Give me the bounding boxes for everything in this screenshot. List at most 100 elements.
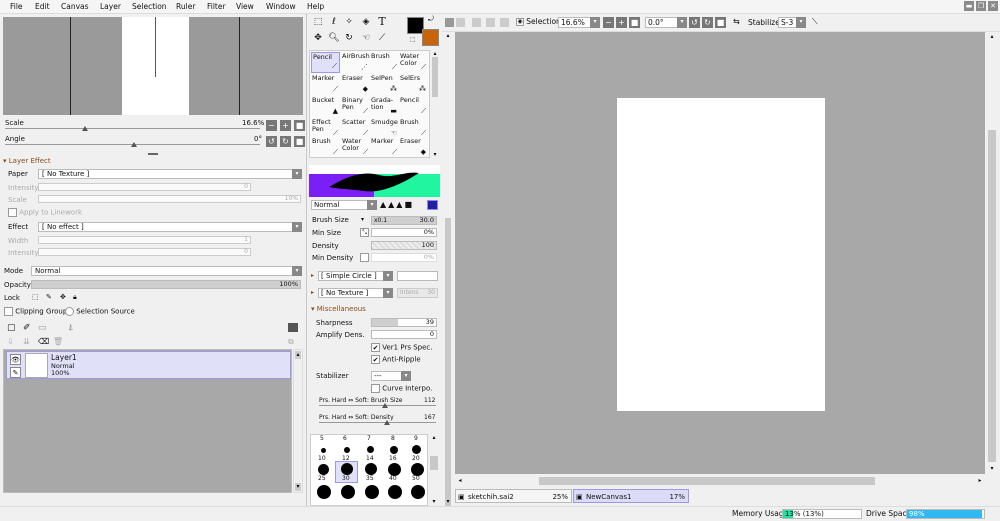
rotate-right-button[interactable]: ↻ xyxy=(702,17,713,28)
size-dot[interactable] xyxy=(341,463,353,475)
brush-binary-pen[interactable]: Binary Pen ⟋ xyxy=(341,96,370,117)
rotate-right-button[interactable]: ↻ xyxy=(280,136,291,147)
min-density-pressure-checkbox[interactable] xyxy=(360,253,369,262)
chevron-down-icon[interactable]: ▾ xyxy=(292,266,302,276)
brush-brush-3[interactable]: Brush ⟋ xyxy=(311,137,340,158)
size-label[interactable]: 20 xyxy=(412,455,420,462)
menu-layer[interactable]: Layer xyxy=(100,2,121,11)
rect-select-icon[interactable]: ⬚ xyxy=(312,16,324,28)
angle-slider-thumb[interactable] xyxy=(131,142,137,147)
brush-selers[interactable]: SelErs ⁂ xyxy=(399,74,428,95)
rotate-reset-button[interactable]: ■ xyxy=(715,17,726,28)
size-dot[interactable] xyxy=(390,446,398,454)
brush-marker[interactable]: Marker ⟋ xyxy=(311,74,340,95)
chevron-down-icon[interactable]: ▾ xyxy=(383,288,393,298)
menu-view[interactable]: View xyxy=(236,2,254,11)
size-label[interactable]: 7 xyxy=(367,435,371,442)
layer-option-icon[interactable]: ⧉ xyxy=(288,337,294,347)
min-size-pressure-icon[interactable]: ⤡ xyxy=(360,228,369,237)
straight-line-icon[interactable]: ⟍ xyxy=(812,17,818,27)
size-dot[interactable] xyxy=(321,448,326,453)
text-tool-icon[interactable]: T xyxy=(376,16,388,28)
restore-icon[interactable]: ❐ xyxy=(976,1,986,11)
chevron-down-icon[interactable]: ▾ xyxy=(796,17,806,28)
toolbar-icon[interactable] xyxy=(445,18,454,27)
brush-marker-2[interactable]: Marker ⟋ xyxy=(370,137,399,158)
zoom-in-button[interactable]: + xyxy=(616,17,627,28)
new-layer-icon[interactable]: ▢ xyxy=(7,323,16,333)
zoom-in-button[interactable]: + xyxy=(280,120,291,131)
canvas-vertical-scrollbar[interactable]: ▴ ▾ xyxy=(986,32,998,474)
pencil-icon[interactable]: ✎ xyxy=(10,367,21,378)
sharpness-slider[interactable]: 39 xyxy=(371,318,437,327)
eye-icon[interactable]: 👁︎ xyxy=(10,354,21,365)
size-dot[interactable] xyxy=(344,447,350,453)
brush-eraser[interactable]: Eraser ◆ xyxy=(341,74,370,95)
brush-pencil-2[interactable]: Pencil ⟋ xyxy=(399,96,428,117)
brush-selpen[interactable]: SelPen ⁂ xyxy=(370,74,399,95)
size-label[interactable]: 16 xyxy=(389,455,397,462)
zoom-reset-button[interactable]: ■ xyxy=(629,17,640,28)
size-label[interactable]: 25 xyxy=(318,475,326,482)
chevron-down-icon[interactable]: ▾ xyxy=(590,17,600,28)
anti-ripple-checkbox[interactable]: ✔ Anti-Ripple xyxy=(371,355,421,364)
menu-file[interactable]: File xyxy=(10,2,23,11)
delete-layer-icon[interactable]: 🗑︎ xyxy=(53,337,63,346)
close-icon[interactable]: ✕ xyxy=(988,1,998,11)
opacity-slider[interactable]: 100% xyxy=(31,280,301,289)
scale-slider[interactable] xyxy=(5,128,260,129)
clipping-group-checkbox[interactable]: Clipping Group xyxy=(4,307,67,316)
shape-strength-field[interactable] xyxy=(397,271,438,281)
eyedropper-icon[interactable]: ⟋ xyxy=(376,32,388,44)
brush-airbrush[interactable]: AirBrush ⋰ xyxy=(341,52,370,73)
rotate-left-button[interactable]: ↺ xyxy=(266,136,277,147)
lock-move-icon[interactable]: ✥ xyxy=(60,293,66,301)
ver1-prs-checkbox[interactable]: ✔ Ver1 Prs Spec. xyxy=(371,343,432,352)
brush-shape-dropdown[interactable]: [ Simple Circle ] xyxy=(318,271,393,281)
transparent-color-icon[interactable]: ⬚ xyxy=(410,36,416,43)
toolbar-icon[interactable] xyxy=(500,18,509,27)
zoom-icon[interactable]: 🔍︎ xyxy=(328,32,340,44)
menu-selection[interactable]: Selection xyxy=(132,2,167,11)
size-dot[interactable] xyxy=(388,485,402,499)
size-dot[interactable] xyxy=(318,464,329,475)
layer-row-layer1[interactable]: 👁︎ ✎ Layer1 Normal 100% xyxy=(6,351,291,379)
density-slider[interactable]: 100 xyxy=(371,241,437,250)
toolbar-icon[interactable] xyxy=(472,18,481,27)
zoom-reset-button[interactable]: ■ xyxy=(294,120,305,131)
size-dot[interactable] xyxy=(367,446,374,453)
zoom-out-button[interactable]: − xyxy=(603,17,614,28)
shape-expand-icon[interactable]: ▸ xyxy=(311,272,314,279)
lock-transparency-icon[interactable]: ⬚ xyxy=(32,293,39,301)
brush-watercolor-2[interactable]: Water Color ⟋ xyxy=(341,137,370,158)
panel-splitter[interactable] xyxy=(148,153,158,155)
size-label[interactable]: 14 xyxy=(366,455,374,462)
chevron-down-icon[interactable]: ▾ xyxy=(677,17,687,28)
chevron-down-icon[interactable]: ▾ xyxy=(361,216,364,223)
min-size-slider[interactable]: 0% xyxy=(371,228,437,237)
brush-smudge[interactable]: Smudge ☜ xyxy=(370,118,399,139)
brush-size-slider[interactable]: x0.1 30.0 xyxy=(371,216,437,225)
size-label[interactable]: 50 xyxy=(412,475,420,482)
canvas-horizontal-scrollbar[interactable]: ◂ ▸ xyxy=(455,475,985,487)
flip-icon[interactable]: ⇆ xyxy=(733,17,740,26)
size-label[interactable]: 8 xyxy=(391,435,395,442)
effect-dropdown[interactable]: [ No effect ] xyxy=(38,222,301,232)
menu-filter[interactable]: Filter xyxy=(207,2,226,11)
new-folder-icon[interactable]: ▭ xyxy=(38,323,47,333)
new-linework-layer-icon[interactable]: ✐ xyxy=(23,323,31,333)
brush-brush[interactable]: Brush ⟋ xyxy=(370,52,399,73)
selection-pen-icon[interactable]: ◈ xyxy=(360,16,372,28)
merge-down-icon[interactable]: ⇊ xyxy=(23,337,30,346)
size-label[interactable]: 9 xyxy=(414,435,418,442)
brush-texture-dropdown[interactable]: [ No Texture ] xyxy=(318,288,393,298)
toolbar-icon[interactable] xyxy=(456,18,465,27)
layer-list-scrollbar[interactable]: ▴ ▾ xyxy=(293,349,303,493)
brush-gradation[interactable]: Grada-tion ▬ xyxy=(370,96,399,117)
lock-all-icon[interactable]: 🔒︎ xyxy=(73,293,77,302)
chevron-down-icon[interactable]: ▾ xyxy=(401,371,411,381)
tab-newcanvas1[interactable]: ▣ NewCanvas1 17% xyxy=(573,489,689,503)
chevron-down-icon[interactable]: ▾ xyxy=(292,169,302,179)
menu-help[interactable]: Help xyxy=(307,2,324,11)
size-label[interactable]: 10 xyxy=(318,455,326,462)
